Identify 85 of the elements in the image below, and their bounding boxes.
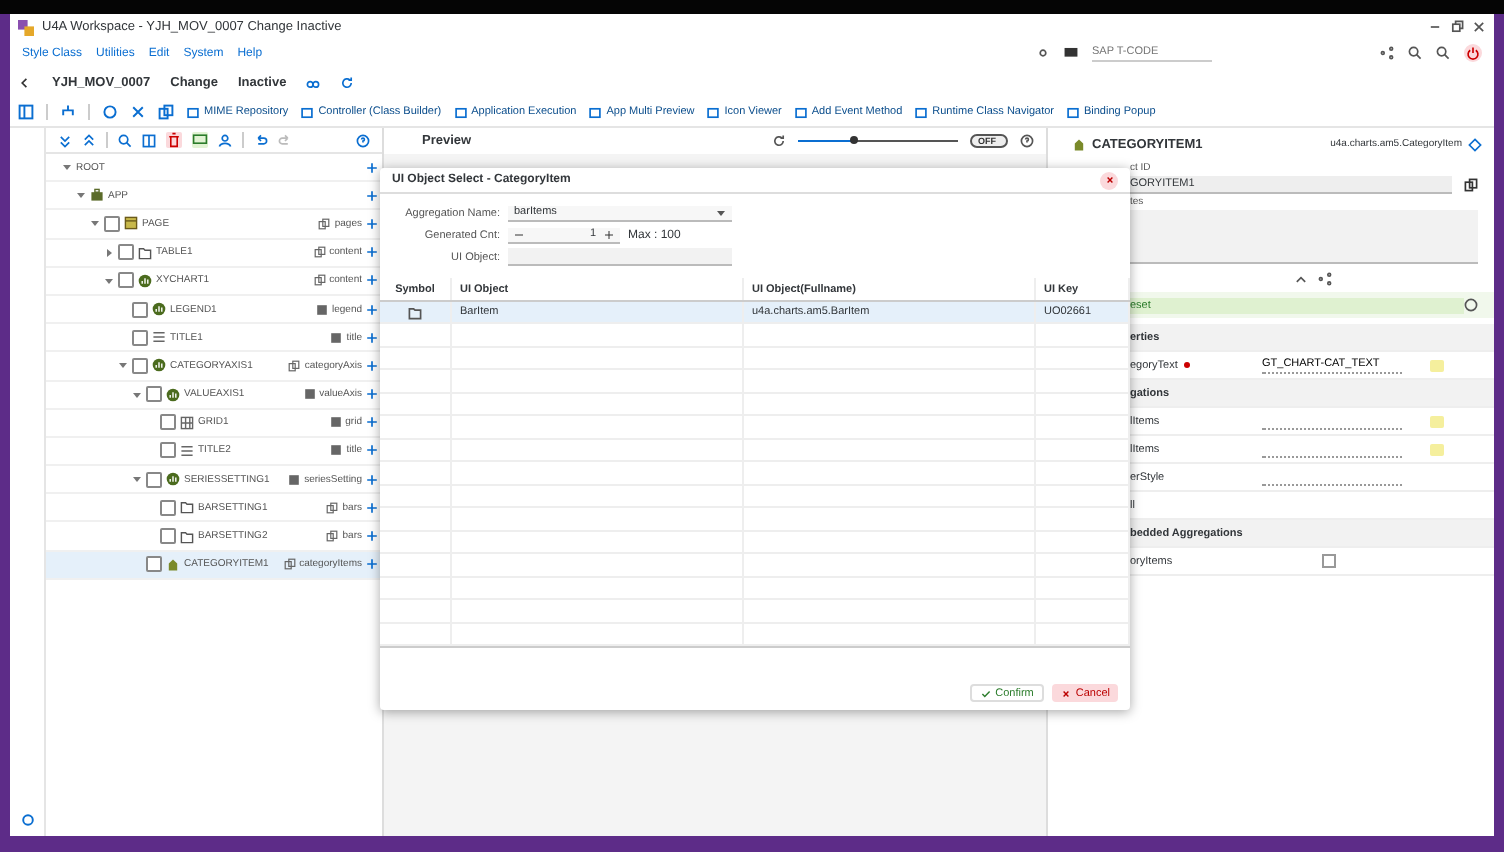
description-field[interactable] <box>1130 210 1478 264</box>
ui-object-field[interactable] <box>508 248 732 267</box>
search-icon[interactable] <box>118 133 132 147</box>
chevron-right-icon[interactable] <box>104 247 114 258</box>
search-icon[interactable] <box>1436 46 1450 60</box>
check-icon[interactable] <box>979 687 992 699</box>
add-icon[interactable] <box>366 530 378 543</box>
add-icon[interactable] <box>366 473 378 486</box>
undo-icon[interactable] <box>254 133 268 147</box>
chevron-down-icon[interactable] <box>132 474 142 485</box>
checkbox[interactable] <box>160 442 176 459</box>
glasses-icon[interactable] <box>306 75 321 89</box>
add-icon[interactable] <box>366 501 378 514</box>
checkbox[interactable] <box>146 556 162 573</box>
checkbox[interactable] <box>132 329 148 346</box>
refresh-icon[interactable] <box>340 75 355 89</box>
chart-icon <box>166 387 180 402</box>
add-icon[interactable] <box>366 444 378 457</box>
checkbox[interactable] <box>118 244 134 261</box>
checkbox[interactable] <box>132 301 148 318</box>
add-icon[interactable] <box>366 303 378 316</box>
checkbox[interactable] <box>104 215 120 232</box>
zoom-icon[interactable] <box>1408 46 1422 60</box>
add-icon[interactable] <box>366 217 378 230</box>
slider-thumb[interactable] <box>850 136 858 144</box>
app-logo-icon <box>18 19 34 35</box>
checkbox[interactable] <box>1322 554 1336 568</box>
add-icon[interactable] <box>366 331 378 344</box>
chevron-down-icon[interactable] <box>90 218 100 229</box>
minimize-icon[interactable] <box>1428 20 1442 34</box>
close-icon[interactable] <box>1472 20 1486 34</box>
share-icon[interactable] <box>1317 271 1331 285</box>
page-icon <box>124 216 138 231</box>
chevron-down-icon[interactable] <box>62 162 72 173</box>
chevron-up-icon[interactable] <box>1293 271 1307 285</box>
add-icon[interactable] <box>366 558 378 571</box>
checkbox[interactable] <box>160 499 176 516</box>
add-icon[interactable] <box>366 416 378 429</box>
folder-icon <box>138 245 152 260</box>
folder-icon[interactable] <box>408 305 422 320</box>
add-icon[interactable] <box>366 359 378 372</box>
chevron-down-icon[interactable] <box>76 190 86 201</box>
chart-icon <box>152 302 166 317</box>
checkbox[interactable] <box>160 414 176 431</box>
plus-icon[interactable] <box>604 229 614 240</box>
checkbox[interactable] <box>146 386 162 403</box>
collapse-all-icon[interactable] <box>58 133 72 147</box>
chat-icon[interactable] <box>192 132 208 148</box>
add-icon[interactable] <box>366 388 378 401</box>
minus-icon[interactable] <box>514 229 524 240</box>
layout-icon[interactable] <box>18 104 34 120</box>
locate-icon[interactable] <box>1468 137 1482 151</box>
share-icon[interactable] <box>1380 46 1394 60</box>
chart-icon <box>152 358 166 373</box>
text-lines-icon <box>152 330 166 345</box>
back-icon[interactable] <box>18 75 32 89</box>
item-icon <box>1072 137 1086 151</box>
columns-icon[interactable] <box>142 133 156 147</box>
expand-all-icon[interactable] <box>82 133 96 147</box>
add-icon[interactable] <box>366 246 378 259</box>
chart-icon <box>166 472 180 487</box>
add-icon[interactable] <box>366 161 378 174</box>
add-icon[interactable] <box>366 274 378 287</box>
dropdown-arrow-icon[interactable] <box>716 207 726 218</box>
restore-icon[interactable] <box>1450 20 1464 34</box>
chart-icon <box>138 273 152 288</box>
checkbox[interactable] <box>132 357 148 374</box>
checkbox[interactable] <box>118 272 134 289</box>
text-lines-icon <box>180 443 194 458</box>
refresh-icon[interactable] <box>772 134 786 148</box>
delete-icon[interactable] <box>166 132 182 148</box>
chevron-down-icon[interactable] <box>132 389 142 400</box>
chevron-down-icon[interactable] <box>118 360 128 371</box>
checkbox[interactable] <box>146 471 162 488</box>
add-icon[interactable] <box>366 189 378 202</box>
copy-icon[interactable] <box>1464 178 1478 192</box>
item-icon <box>166 557 180 572</box>
chevron-down-icon[interactable] <box>104 275 114 286</box>
briefcase-icon <box>90 188 104 203</box>
cut-icon[interactable] <box>130 104 146 120</box>
hierarchy-icon[interactable] <box>60 104 76 120</box>
power-icon[interactable] <box>1464 44 1482 62</box>
checkbox[interactable] <box>160 528 176 545</box>
grid-icon <box>180 415 194 430</box>
close-icon[interactable] <box>1059 687 1072 699</box>
